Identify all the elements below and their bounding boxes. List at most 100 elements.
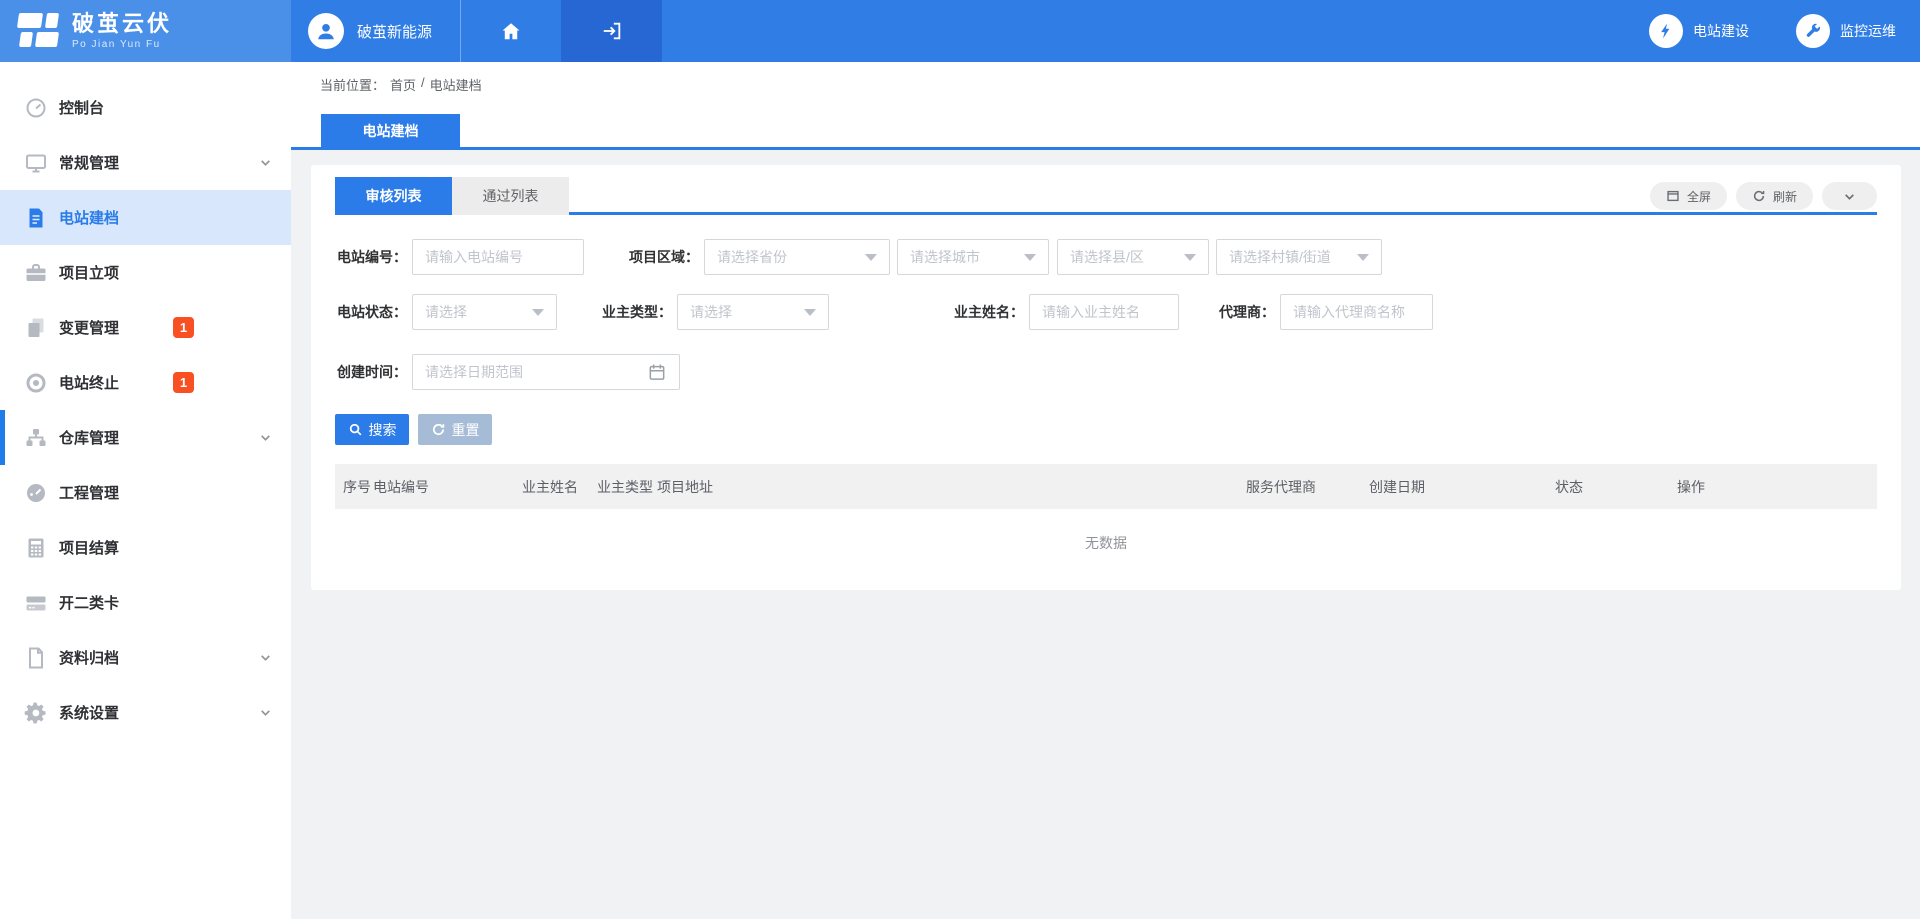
notification-badge: 1 [173, 372, 194, 393]
filter-row-1: 电站编号： 项目区域： 请选择省份 请选择城市 请选择县/区 请选择村镇/街道 [335, 239, 1877, 275]
chevron-down-icon [259, 431, 272, 444]
briefcase-icon [24, 261, 48, 285]
document-icon [24, 206, 48, 230]
sidebar-item-project-initiation[interactable]: 项目立项 [0, 245, 291, 300]
fullscreen-icon [1666, 189, 1680, 203]
lightning-icon [1649, 14, 1683, 48]
filter-row-2: 电站状态： 请选择 业主类型： 请选择 业主姓名： 代理商： [335, 294, 1877, 330]
tab-review-list[interactable]: 审核列表 [335, 177, 452, 215]
home-icon [500, 20, 522, 42]
search-icon [348, 422, 363, 437]
sidebar-item-station-filing[interactable]: 电站建档 [0, 190, 291, 245]
page-tab-station-filing[interactable]: 电站建档 [321, 114, 460, 147]
col-created-date: 创建日期 [1369, 477, 1555, 497]
province-select[interactable]: 请选择省份 [704, 239, 890, 275]
tab-approved-list[interactable]: 通过列表 [452, 177, 569, 215]
empty-state-text: 无数据 [311, 533, 1901, 553]
agent-input[interactable] [1280, 294, 1433, 330]
nav-label: 电站建设 [1693, 21, 1749, 41]
sidebar-item-warehouse-management[interactable]: 仓库管理 [0, 410, 291, 465]
sidebar-item-system-settings[interactable]: 系统设置 [0, 685, 291, 740]
owner-type-label: 业主类型： [602, 302, 672, 322]
chevron-down-icon [259, 651, 272, 664]
caret-down-icon [1024, 254, 1036, 261]
search-button[interactable]: 搜索 [335, 414, 409, 445]
col-service-agent: 服务代理商 [1246, 477, 1369, 497]
sidebar-item-project-settlement[interactable]: 项目结算 [0, 520, 291, 575]
fullscreen-button[interactable]: 全屏 [1650, 182, 1727, 210]
top-header: 破茧云伏 Po Jian Yun Fu 破茧新能源 电站建设 [0, 0, 1920, 62]
sidebar-item-engineering-management[interactable]: 工程管理 [0, 465, 291, 520]
nav-station-construction[interactable]: 电站建设 [1649, 0, 1749, 62]
content-background: 审核列表 通过列表 全屏 刷新 [291, 150, 1920, 919]
station-no-label: 电站编号： [337, 247, 407, 267]
breadcrumb-strip: 当前位置： 首页 / 电站建档 电站建档 [291, 62, 1920, 150]
reset-button[interactable]: 重置 [418, 414, 492, 445]
calendar-icon [647, 362, 667, 382]
col-actions: 操作 [1677, 477, 1877, 497]
refresh-button[interactable]: 刷新 [1736, 182, 1813, 210]
logo-subtitle: Po Jian Yun Fu [72, 39, 172, 50]
home-button[interactable] [460, 0, 561, 62]
monitor-icon [24, 151, 48, 175]
col-status: 状态 [1555, 477, 1677, 497]
created-time-label: 创建时间： [337, 362, 407, 382]
logo-icon [18, 11, 60, 51]
caret-down-icon [865, 254, 877, 261]
breadcrumb-current: 电站建档 [430, 75, 482, 94]
bank-card-icon [24, 591, 48, 615]
col-owner-name: 业主姓名 [522, 477, 597, 497]
panel-tabs: 审核列表 通过列表 [335, 177, 1877, 215]
table-header: 序号 电站编号 业主姓名 业主类型 项目地址 服务代理商 创建日期 状态 操作 [335, 464, 1877, 509]
breadcrumb-separator: / [421, 75, 425, 94]
col-index: 序号 [343, 477, 373, 497]
gauge-icon [24, 96, 48, 120]
date-range-input[interactable] [425, 355, 639, 389]
main-area: 当前位置： 首页 / 电站建档 电站建档 审核列表 通过列表 全屏 [291, 62, 1920, 919]
nav-label: 监控运维 [1840, 21, 1896, 41]
station-no-input[interactable] [412, 239, 584, 275]
reset-icon [431, 422, 446, 437]
nav-monitoring-ops[interactable]: 监控运维 [1796, 0, 1896, 62]
sidebar-item-station-termination[interactable]: 电站终止 1 [0, 355, 291, 410]
filter-actions: 搜索 重置 [335, 414, 492, 445]
logout-button[interactable] [561, 0, 662, 62]
agent-label: 代理商： [1219, 302, 1275, 322]
sidebar-item-dashboard[interactable]: 控制台 [0, 80, 291, 135]
company-name: 破茧新能源 [357, 21, 432, 42]
caret-down-icon [1357, 254, 1369, 261]
panel-tools: 全屏 刷新 [1650, 182, 1877, 210]
date-range-picker[interactable] [412, 354, 680, 390]
breadcrumb: 当前位置： 首页 / 电站建档 [320, 75, 482, 94]
collapse-panel-button[interactable] [1822, 182, 1877, 210]
city-select[interactable]: 请选择城市 [897, 239, 1049, 275]
owner-name-input[interactable] [1029, 294, 1179, 330]
sidebar-item-general-management[interactable]: 常规管理 [0, 135, 291, 190]
station-status-select[interactable]: 请选择 [412, 294, 557, 330]
caret-down-icon [1184, 254, 1196, 261]
copy-pages-icon [24, 316, 48, 340]
refresh-icon [1752, 189, 1766, 203]
logout-icon [601, 20, 623, 42]
user-avatar-icon [308, 13, 344, 49]
county-select[interactable]: 请选择县/区 [1057, 239, 1209, 275]
chevron-down-icon [259, 156, 272, 169]
user-account[interactable]: 破茧新能源 [291, 0, 460, 62]
owner-type-select[interactable]: 请选择 [677, 294, 829, 330]
header-main: 破茧新能源 电站建设 监控运维 [291, 0, 1920, 62]
sitemap-icon [24, 426, 48, 450]
panel-card: 审核列表 通过列表 全屏 刷新 [311, 165, 1901, 590]
station-status-label: 电站状态： [337, 302, 407, 322]
calculator-icon [24, 536, 48, 560]
sidebar: 控制台 常规管理 电站建档 项目立项 变更管理 1 电站终止 1 [0, 62, 291, 919]
dial-gauge-icon [24, 481, 48, 505]
sidebar-item-document-archive[interactable]: 资料归档 [0, 630, 291, 685]
file-icon [24, 646, 48, 670]
breadcrumb-prefix: 当前位置： [320, 75, 385, 94]
sidebar-item-change-management[interactable]: 变更管理 1 [0, 300, 291, 355]
owner-name-label: 业主姓名： [954, 302, 1024, 322]
breadcrumb-home-link[interactable]: 首页 [390, 75, 416, 94]
app-logo: 破茧云伏 Po Jian Yun Fu [0, 0, 291, 62]
sidebar-item-open-type2-card[interactable]: 开二类卡 [0, 575, 291, 630]
town-select[interactable]: 请选择村镇/街道 [1216, 239, 1382, 275]
